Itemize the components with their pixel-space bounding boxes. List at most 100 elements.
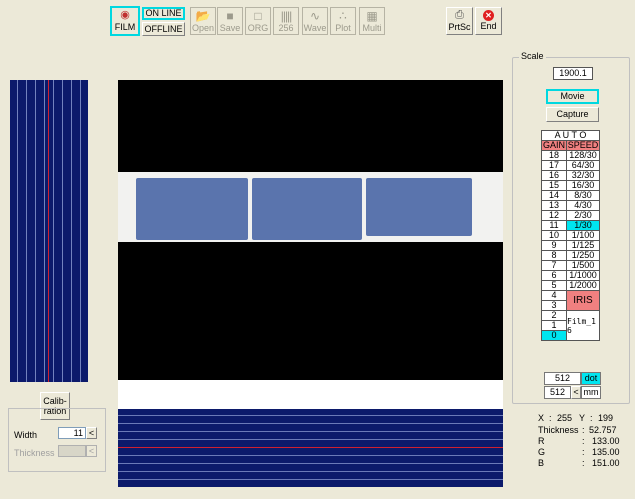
gain-speed-row[interactable]: 5 1/2000 xyxy=(541,280,600,291)
thickness-arrow-button: < xyxy=(86,445,97,457)
plot-button[interactable]: ∴ Plot xyxy=(330,7,356,35)
thickness-readout-label: Thickness xyxy=(538,425,579,435)
gain-speed-row[interactable]: 15 16/30 xyxy=(541,180,600,191)
gain-speed-row[interactable]: 13 4/30 xyxy=(541,200,600,211)
movie-button[interactable]: Movie xyxy=(546,89,599,104)
speed-cell[interactable]: 1/30 xyxy=(566,220,600,231)
gain-speed-row[interactable]: 17 64/30 xyxy=(541,160,600,171)
mm-toggle[interactable]: mm xyxy=(581,386,601,399)
gain-speed-row[interactable]: 12 2/30 xyxy=(541,210,600,221)
speed-cell[interactable]: 64/30 xyxy=(566,160,600,171)
gain-speed-row[interactable]: 14 8/30 xyxy=(541,190,600,201)
speed-cell[interactable]: 1/2000 xyxy=(566,280,600,291)
gain-cell[interactable]: 10 xyxy=(541,230,567,241)
online-button[interactable]: ON LINE xyxy=(142,7,185,20)
speed-cell[interactable]: 1/250 xyxy=(566,250,600,261)
r-value: 133.00 xyxy=(592,436,620,446)
gain-cell[interactable]: 6 xyxy=(541,270,567,281)
b-value: 151.00 xyxy=(592,458,620,468)
speed-cell[interactable]: 128/30 xyxy=(566,150,600,161)
floppy-icon: ■ xyxy=(226,9,234,23)
gain-cell[interactable]: 17 xyxy=(541,160,567,171)
folder-icon: 📂 xyxy=(195,9,211,23)
gain-cell[interactable]: 9 xyxy=(541,240,567,251)
gain-speed-row[interactable]: 8 1/250 xyxy=(541,250,600,261)
speed-cell[interactable]: 1/125 xyxy=(566,240,600,251)
size-arrow-button[interactable]: < xyxy=(571,386,581,399)
horizontal-profile-panel xyxy=(118,409,503,487)
width-field[interactable]: 11 xyxy=(58,427,86,439)
end-button[interactable]: ✕ End xyxy=(475,7,502,35)
gain-speed-row[interactable]: 16 32/30 xyxy=(541,170,600,181)
x-label: X xyxy=(538,413,545,423)
b-label: B xyxy=(538,458,545,468)
film-button[interactable]: ◉ FILM xyxy=(110,6,140,36)
gain-cell[interactable]: 15 xyxy=(541,180,567,191)
iris-cell[interactable]: IRIS xyxy=(566,290,600,311)
r-label: R xyxy=(538,436,545,446)
gain-cell[interactable]: 3 xyxy=(541,300,567,311)
org-button[interactable]: □ ORG xyxy=(245,7,271,35)
film-patch-2 xyxy=(252,178,362,240)
speed-cell[interactable]: 1/1000 xyxy=(566,270,600,281)
offline-button[interactable]: OFFLINE xyxy=(142,22,185,36)
dot-toggle[interactable]: dot xyxy=(581,372,601,385)
film-label: FILM xyxy=(114,22,136,32)
scatter-icon: ∴ xyxy=(339,9,347,23)
capture-button[interactable]: Capture xyxy=(546,107,599,122)
document-icon: □ xyxy=(254,9,262,23)
vertical-marker-line xyxy=(48,80,49,382)
gain-cell[interactable]: 5 xyxy=(541,280,567,291)
thickness-label: Thickness xyxy=(14,448,55,458)
gain-cell[interactable]: 12 xyxy=(541,210,567,221)
prtsc-button[interactable]: ⎙ PrtSc xyxy=(446,7,473,35)
gain-cell[interactable]: 16 xyxy=(541,170,567,181)
gain-cell[interactable]: 1 xyxy=(541,320,567,331)
width-arrow-button[interactable]: < xyxy=(86,427,97,439)
gain-cell-selected[interactable]: 0 xyxy=(541,330,567,341)
gain-cell[interactable]: 7 xyxy=(541,260,567,271)
gain-speed-row[interactable]: 18 128/30 xyxy=(541,150,600,161)
g-value: 135.00 xyxy=(592,447,620,457)
vertical-profile-panel xyxy=(10,80,88,382)
height-pixels-field: 512 xyxy=(544,386,571,399)
image-gap xyxy=(118,380,503,409)
scale-value: 1900.1 xyxy=(553,67,593,80)
gain-cell[interactable]: 8 xyxy=(541,250,567,261)
gain-speed-row[interactable]: 6 1/1000 xyxy=(541,270,600,281)
film-patch-1 xyxy=(136,178,248,240)
save-button[interactable]: ■ Save xyxy=(217,7,243,35)
256-button[interactable]: ||||| 256 xyxy=(273,7,299,35)
y-value: 199 xyxy=(598,413,614,423)
close-icon: ✕ xyxy=(483,10,494,21)
open-button[interactable]: 📂 Open xyxy=(190,7,216,35)
x-value: 255 xyxy=(557,413,573,423)
width-label: Width xyxy=(14,430,38,440)
image-view[interactable] xyxy=(118,80,503,380)
speed-cell[interactable]: 4/30 xyxy=(566,200,600,211)
gain-speed-row[interactable]: 11 1/30 xyxy=(541,220,600,231)
gain-cell[interactable]: 11 xyxy=(541,220,567,231)
speed-cell[interactable]: 8/30 xyxy=(566,190,600,201)
wave-button[interactable]: ∿ Wave xyxy=(302,7,328,35)
gain-cell[interactable]: 4 xyxy=(541,290,567,301)
gain-cell[interactable]: 18 xyxy=(541,150,567,161)
gain-speed-row[interactable]: 7 1/500 xyxy=(541,260,600,271)
film-patch-3 xyxy=(366,178,472,236)
speed-cell[interactable]: 1/500 xyxy=(566,260,600,271)
thickness-readout-value: 52.757 xyxy=(589,425,617,435)
multi-button[interactable]: ▦ Multi xyxy=(359,7,385,35)
gain-cell[interactable]: 13 xyxy=(541,200,567,211)
speed-cell[interactable]: 1/100 xyxy=(566,230,600,241)
auto-table: A U T O GAIN SPEED 18 128/30 17 64/30 16 32/3… xyxy=(541,130,600,341)
gain-cell[interactable]: 2 xyxy=(541,310,567,321)
gain-speed-row[interactable]: 9 1/125 xyxy=(541,240,600,251)
speed-cell[interactable]: 2/30 xyxy=(566,210,600,221)
thickness-field xyxy=(58,445,86,457)
g-label: G xyxy=(538,447,546,457)
speed-cell[interactable]: 32/30 xyxy=(566,170,600,181)
gain-speed-row[interactable]: 10 1/100 xyxy=(541,230,600,241)
gain-cell[interactable]: 14 xyxy=(541,190,567,201)
speed-cell[interactable]: 16/30 xyxy=(566,180,600,191)
scale-legend: Scale xyxy=(519,51,546,61)
